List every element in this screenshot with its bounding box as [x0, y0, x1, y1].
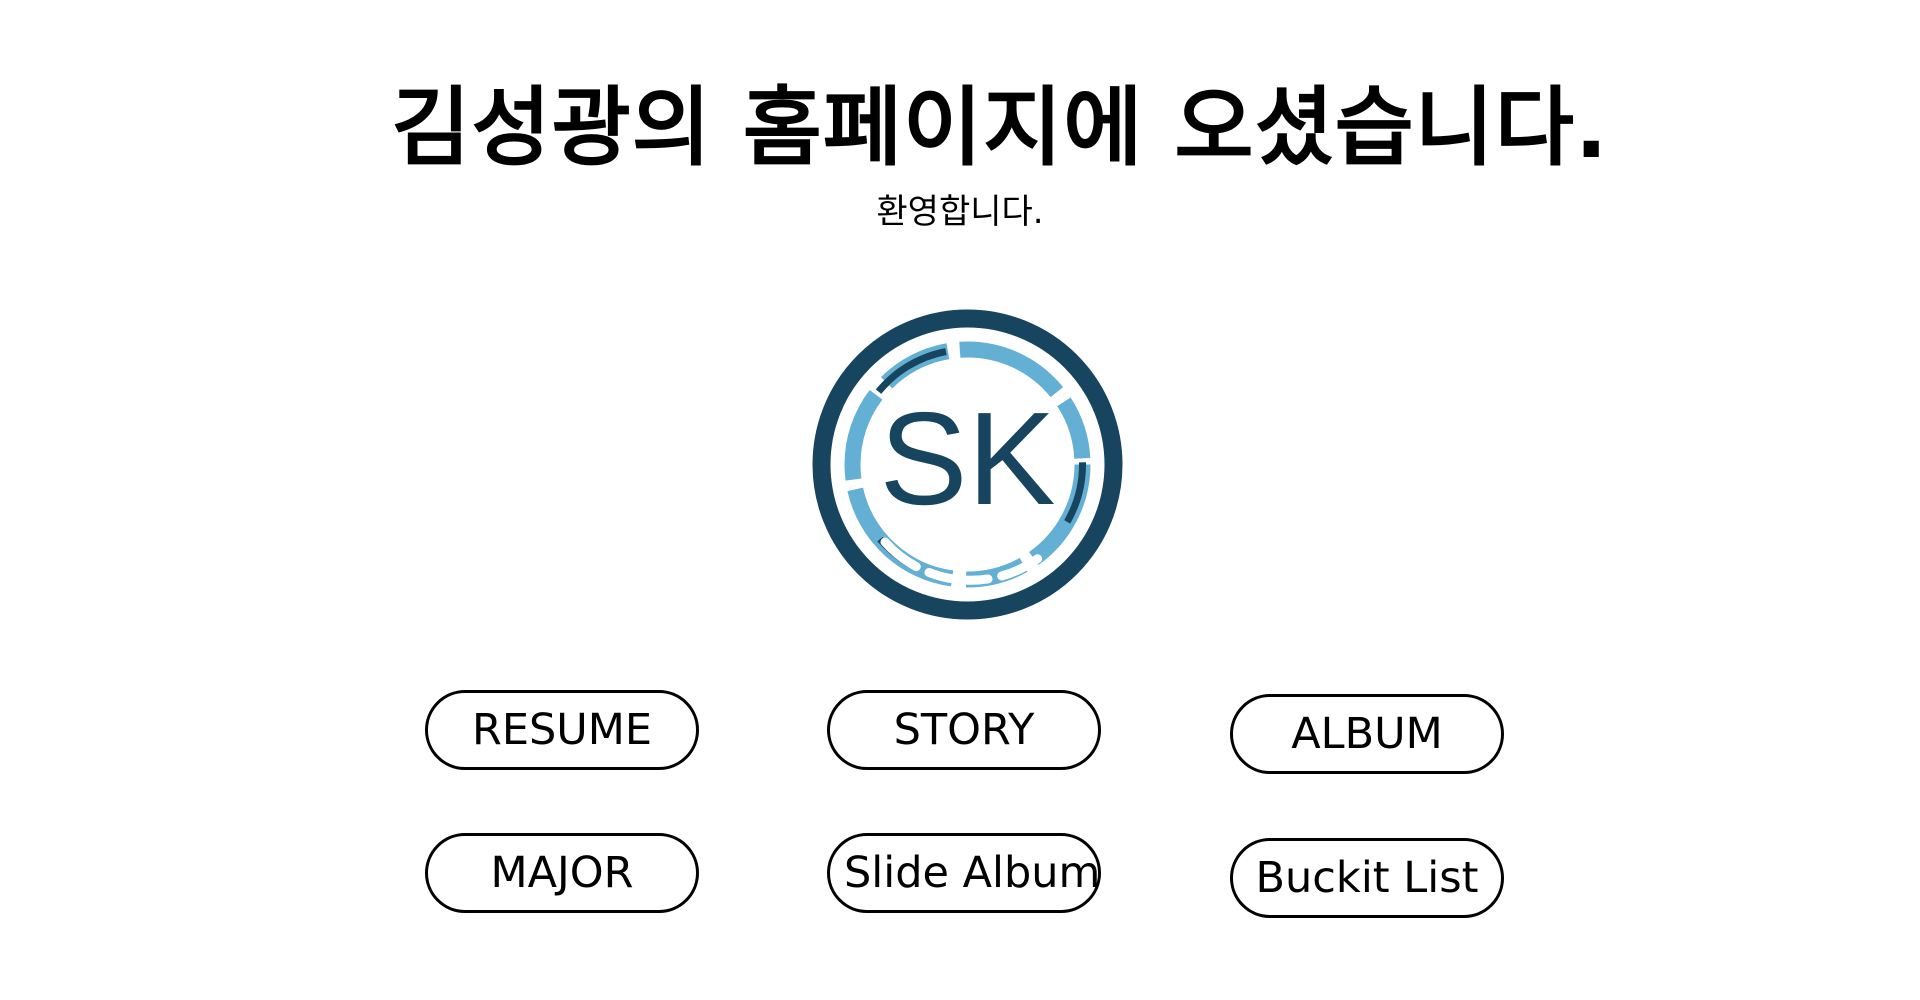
- page-subtitle: 환영합니다.: [876, 192, 1044, 232]
- slide-album-button[interactable]: Slide Album: [827, 833, 1101, 913]
- album-button[interactable]: ALBUM: [1230, 694, 1504, 774]
- logo-letters: SK: [879, 385, 1055, 532]
- sk-logo: SK: [812, 309, 1123, 620]
- page: 김성광의 홈페이지에 오셨습니다. 환영합니다. SK RESUME STORY…: [0, 0, 1920, 1000]
- major-button[interactable]: MAJOR: [425, 833, 699, 913]
- bucket-list-button[interactable]: Buckit List: [1230, 838, 1504, 918]
- story-button[interactable]: STORY: [827, 690, 1101, 770]
- resume-button[interactable]: RESUME: [425, 690, 699, 770]
- page-title: 김성광의 홈페이지에 오셨습니다.: [391, 78, 1609, 178]
